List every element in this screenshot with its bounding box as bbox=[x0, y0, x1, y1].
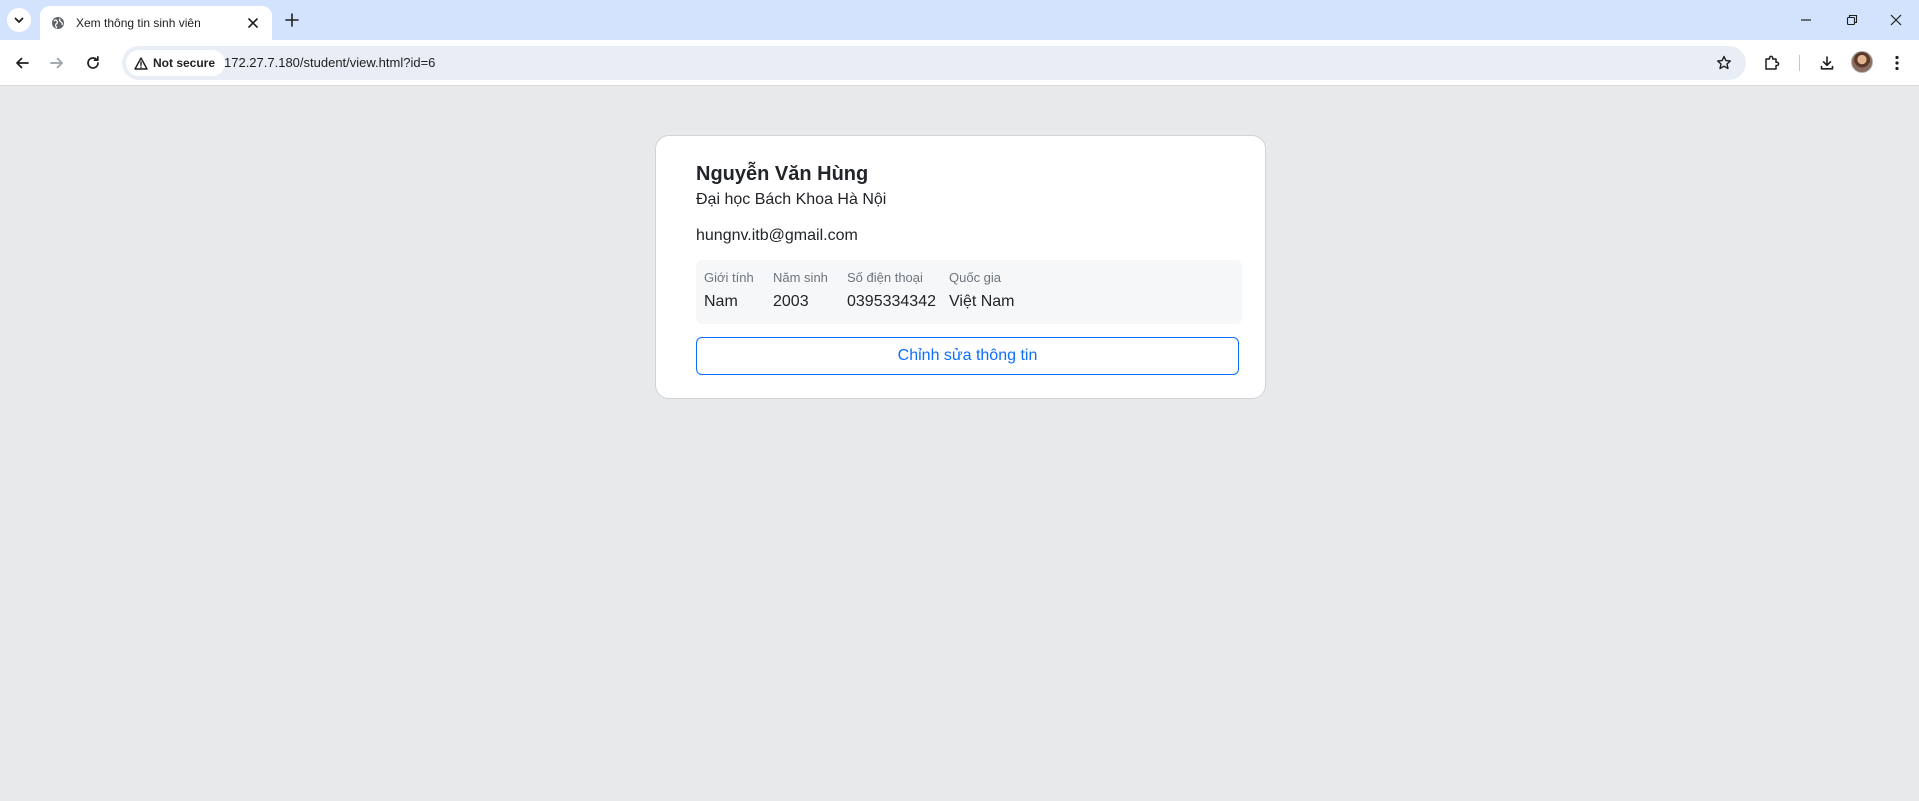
warning-icon bbox=[134, 56, 148, 70]
plus-icon bbox=[285, 13, 299, 27]
phone-value: 0395334342 bbox=[847, 293, 936, 310]
minimize-icon bbox=[1801, 19, 1811, 21]
menu-button[interactable] bbox=[1883, 49, 1911, 77]
forward-button[interactable] bbox=[43, 49, 71, 77]
reload-button[interactable] bbox=[79, 49, 107, 77]
star-icon bbox=[1717, 55, 1731, 70]
student-card: Nguyễn Văn Hùng Đại học Bách Khoa Hà Nội… bbox=[655, 135, 1266, 399]
toolbar-divider bbox=[1799, 55, 1800, 71]
new-tab-button[interactable] bbox=[280, 8, 304, 32]
edit-info-button[interactable]: Chỉnh sửa thông tin bbox=[696, 337, 1239, 375]
gender-value: Nam bbox=[704, 293, 738, 310]
close-tab-button[interactable] bbox=[244, 14, 262, 32]
birth-year-label: Năm sinh bbox=[773, 270, 828, 285]
country-field: Quốc gia Việt Nam bbox=[949, 270, 1015, 311]
gender-label: Giới tính bbox=[704, 270, 754, 285]
security-chip[interactable]: Not secure bbox=[126, 50, 226, 76]
download-icon bbox=[1820, 56, 1834, 70]
url-text[interactable]: 172.27.7.180/student/view.html?id=6 bbox=[224, 55, 435, 70]
extensions-button[interactable] bbox=[1758, 49, 1786, 77]
forward-arrow-icon bbox=[50, 57, 63, 69]
phone-label: Số điện thoại bbox=[847, 270, 923, 285]
window-close-button[interactable] bbox=[1873, 0, 1919, 40]
tab-search-icon bbox=[14, 17, 24, 23]
student-school: Đại học Bách Khoa Hà Nội bbox=[696, 191, 887, 208]
birth-year-field: Năm sinh 2003 bbox=[773, 270, 828, 311]
active-tab[interactable]: Xem thông tin sinh viên bbox=[40, 6, 272, 40]
more-vert-icon bbox=[1895, 55, 1899, 71]
reload-icon bbox=[87, 55, 99, 69]
student-name: Nguyễn Văn Hùng bbox=[696, 163, 869, 185]
extensions-icon bbox=[1765, 55, 1780, 70]
address-bar[interactable]: Not secure 172.27.7.180/student/view.htm… bbox=[122, 46, 1746, 80]
minimize-button[interactable] bbox=[1783, 0, 1829, 40]
window-close-icon bbox=[1890, 14, 1902, 26]
tab-strip: Xem thông tin sinh viên bbox=[0, 0, 1919, 40]
country-label: Quốc gia bbox=[949, 270, 1002, 285]
tab-search-button[interactable] bbox=[7, 8, 31, 32]
student-info-box: Giới tính Nam Năm sinh 2003 Số điện thoạ… bbox=[696, 260, 1242, 324]
student-email: hungnv.itb@gmail.com bbox=[696, 227, 858, 244]
browser-toolbar: Not secure 172.27.7.180/student/view.htm… bbox=[0, 40, 1919, 86]
back-arrow-icon bbox=[16, 57, 29, 69]
downloads-button[interactable] bbox=[1813, 49, 1841, 77]
restore-button[interactable] bbox=[1829, 0, 1875, 40]
phone-field: Số điện thoại 0395334342 bbox=[847, 270, 936, 311]
globe-icon bbox=[50, 15, 66, 31]
tab-title: Xem thông tin sinh viên bbox=[76, 16, 201, 30]
country-value: Việt Nam bbox=[949, 293, 1015, 310]
birth-year-value: 2003 bbox=[773, 293, 809, 310]
back-button[interactable] bbox=[8, 49, 36, 77]
gender-field: Giới tính Nam bbox=[704, 270, 754, 311]
close-icon bbox=[248, 18, 258, 28]
restore-icon bbox=[1846, 14, 1858, 26]
bookmark-button[interactable] bbox=[1710, 49, 1738, 77]
avatar[interactable] bbox=[1851, 51, 1873, 73]
security-label: Not secure bbox=[153, 56, 216, 70]
